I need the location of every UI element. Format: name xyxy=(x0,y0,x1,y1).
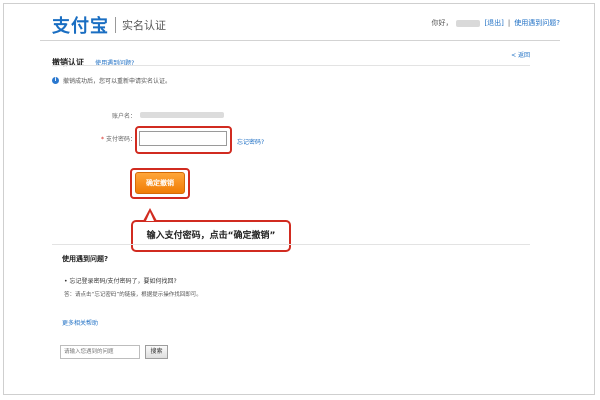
help-search-input[interactable] xyxy=(60,345,140,359)
top-link-divider: | xyxy=(507,19,511,27)
info-text: 撤销成功后，您可以重新申请实名认证。 xyxy=(63,78,172,85)
logo-subtitle: 实名认证 xyxy=(122,19,166,32)
logo-divider xyxy=(115,17,116,33)
forgot-password-link[interactable]: 忘记密码? xyxy=(237,137,264,146)
title-divider xyxy=(52,65,530,66)
header: 支付宝 实名认证 你好， [退出] | 使用遇到问题? xyxy=(40,8,560,40)
confirm-revoke-button[interactable]: 确定撤销 xyxy=(135,172,185,194)
help-question[interactable]: • 忘记登录密码/支付密码了，要如何找回? xyxy=(64,276,177,285)
logout-link[interactable]: [退出] xyxy=(484,18,503,28)
help-link-top[interactable]: 使用遇到问题? xyxy=(514,18,560,28)
back-link[interactable]: < 返回 xyxy=(511,50,530,59)
password-input[interactable] xyxy=(139,131,227,146)
info-icon: i xyxy=(52,77,59,84)
greeting-text: 你好， xyxy=(431,19,453,27)
more-help-link[interactable]: 更多相关帮助 xyxy=(62,318,98,327)
required-mark: * xyxy=(100,136,104,143)
alipay-logo: 支付宝 xyxy=(52,16,109,37)
instruction-callout: 输入支付密码，点击“确定撤销” xyxy=(131,220,291,252)
help-answer: 答：请点击“忘记密码”的链接，根据提示操作找回即可。 xyxy=(64,292,202,298)
title-row: 撤销认证 使用遇到问题? < 返回 xyxy=(52,50,530,69)
help-divider xyxy=(52,244,530,245)
password-label: 支付密码： xyxy=(105,136,136,143)
help-search-button[interactable]: 搜索 xyxy=(145,345,168,359)
top-links: 你好， [退出] | 使用遇到问题? xyxy=(431,18,560,28)
info-message: i 撤销成功后，您可以重新申请实名认证。 xyxy=(52,76,171,85)
logo[interactable]: 支付宝 实名认证 xyxy=(52,12,166,38)
page-title: 撤销认证 xyxy=(52,58,84,67)
header-divider xyxy=(40,40,560,41)
account-label: 账户名： xyxy=(111,113,136,120)
password-label-row: * 支付密码： xyxy=(88,134,136,143)
account-value-masked xyxy=(140,112,224,118)
help-title: 使用遇到问题? xyxy=(62,255,109,263)
callout-pointer-inner xyxy=(146,212,154,221)
user-name-masked xyxy=(456,19,481,27)
